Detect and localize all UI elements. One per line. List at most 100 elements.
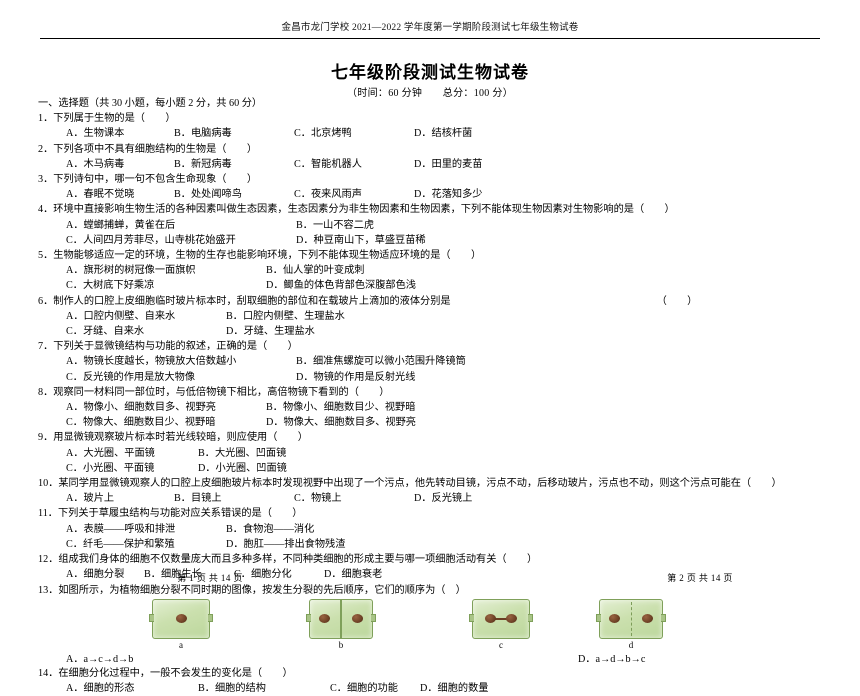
question-4-option-b[interactable]: B．一山不容二虎 (296, 218, 374, 233)
question-6-option-c[interactable]: C．牙缝、自来水 (66, 324, 226, 339)
question-8-number: 8． (38, 386, 54, 398)
footer-page-number-right: 第 2 页 共 14 页 (667, 573, 733, 583)
question-5-option-b[interactable]: B．仙人掌的叶变成刺 (266, 263, 364, 278)
cell-figure-d: d (596, 598, 666, 650)
cell-figure-c-label: c (499, 639, 503, 650)
question-7-option-b[interactable]: B．细准焦螺旋可以微小范围升降镜筒 (296, 354, 466, 369)
question-5-options-row1: A．旗形树的树冠像一面旗帜 B．仙人掌的叶变成刺 (38, 263, 838, 278)
nucleus-icon (642, 613, 653, 623)
question-11-options-row1: A．表膜——呼吸和排泄 B．食物泡——消化 (38, 522, 838, 537)
question-8-option-a[interactable]: A．物像小、细胞数目多、视野亮 (66, 400, 266, 415)
question-1-option-d[interactable]: D．结核杆菌 (414, 126, 472, 141)
question-6-option-a[interactable]: A．口腔内侧壁、自来水 (66, 309, 226, 324)
question-3-option-c[interactable]: C．夜来风雨声 (294, 187, 414, 202)
cell-notch-left-icon (306, 613, 311, 622)
question-8-stem: 观察同一材料同一部位时，与低倍物镜下相比，高倍物镜下看到的（ ） (53, 386, 390, 398)
question-6-options-row1: A．口腔内侧壁、自来水 B．口腔内侧壁、生理盐水 (38, 309, 838, 324)
nucleus-icon (609, 613, 620, 623)
question-12: 12．组成我们身体的细胞不仅数量庞大而且多种多样，不同种类细胞的形成主要与哪一项… (38, 552, 838, 567)
question-14-option-a[interactable]: A．细胞的形态 (66, 681, 198, 696)
question-9-option-c[interactable]: C．小光圈、平面镜 (66, 461, 198, 476)
question-8-options-row2: C．物像大、细胞数目少、视野暗 D．物像大、细胞数目多、视野亮 (38, 415, 838, 430)
question-5-option-c[interactable]: C．大树底下好乘凉 (66, 278, 266, 293)
question-4-stem: 环境中直接影响生物生活的各种因素叫做生态因素，生态因素分为非生物因素和生物因素，… (53, 204, 675, 216)
question-11-option-c[interactable]: C．纤毛——保护和繁殖 (66, 537, 226, 552)
footer-page-number-left: 第 1 页 共 14 页 (177, 573, 243, 583)
question-11-option-d[interactable]: D．胞肛——排出食物残渣 (226, 537, 345, 552)
question-7-option-c[interactable]: C．反光镜的作用是放大物像 (66, 370, 296, 385)
question-2-number: 2． (38, 143, 54, 155)
question-8-options-row1: A．物像小、细胞数目多、视野亮 B．物像小、细胞数目少、视野暗 (38, 400, 838, 415)
question-8-option-c[interactable]: C．物像大、细胞数目少、视野暗 (66, 415, 266, 430)
question-2-option-b[interactable]: B．新冠病毒 (174, 157, 294, 172)
question-9-option-b[interactable]: B．大光圈、凹面镜 (198, 446, 286, 461)
question-5-option-d[interactable]: D．鲫鱼的体色背部色深腹部色浅 (266, 278, 416, 293)
question-8-option-d[interactable]: D．物像大、细胞数目多、视野亮 (266, 415, 416, 430)
question-3-options: A．春眠不觉晓 B．处处闻啼鸟 C．夜来风雨声 D．花落知多少 (38, 187, 838, 202)
question-14-option-c[interactable]: C．细胞的功能 (330, 681, 420, 696)
cell-notch-left-icon (149, 613, 154, 622)
question-10-stem: 某同学用显微镜观察人的口腔上皮细胞玻片标本时发现视野中出现了一个污点，他先转动目… (58, 478, 782, 490)
question-3-option-b[interactable]: B．处处闻啼鸟 (174, 187, 294, 202)
question-13-stem: 如图所示，为植物细胞分裂不同时期的图像，按发生分裂的先后顺序，它们的顺序为（ ） (58, 584, 466, 596)
question-10-option-a[interactable]: A．玻片上 (66, 491, 174, 506)
cell-diagram-single-nucleus (149, 598, 213, 639)
question-4-option-c[interactable]: C．人间四月芳菲尽，山寺桃花始盛开 (66, 233, 296, 248)
question-7-options-row2: C．反光镜的作用是放大物像 D．物镜的作用是反射光线 (38, 370, 838, 385)
question-13: 13．如图所示，为植物细胞分裂不同时期的图像，按发生分裂的先后顺序，它们的顺序为… (38, 583, 838, 598)
question-4-option-a[interactable]: A．螳螂捕蝉，黄雀在后 (66, 218, 296, 233)
question-9-option-a[interactable]: A．大光圈、平面镜 (66, 446, 198, 461)
question-6-option-b[interactable]: B．口腔内侧壁、生理盐水 (226, 309, 345, 324)
question-14-number: 14． (38, 667, 59, 679)
question-6-stem-tail: （ ） (656, 295, 698, 307)
question-3-number: 3． (38, 174, 54, 186)
question-1-option-a[interactable]: A．生物课本 (66, 126, 174, 141)
question-3-option-a[interactable]: A．春眠不觉晓 (66, 187, 174, 202)
question-14-option-b[interactable]: B．细胞的结构 (198, 681, 330, 696)
question-1-stem: 下列属于生物的是（ ） (53, 113, 176, 125)
question-2-option-a[interactable]: A．木马病毒 (66, 157, 174, 172)
cell-figure-a-label: a (179, 639, 183, 650)
question-6-options-row2: C．牙缝、自来水 D．牙缝、生理盐水 (38, 324, 838, 339)
question-9-stem: 用显微镜观察玻片标本时若光线较暗，则应使用（ ） (53, 432, 308, 444)
question-11-number: 11． (38, 508, 58, 520)
cell-notch-left-icon (596, 613, 601, 622)
question-11-option-a[interactable]: A．表膜——呼吸和排泄 (66, 522, 226, 537)
question-5-option-a[interactable]: A．旗形树的树冠像一面旗帜 (66, 263, 266, 278)
question-13-options: A．a→c→d→b D．a→d→b→c (38, 653, 838, 666)
cell-figure-a: a (148, 598, 214, 650)
cell-notch-right-icon (528, 613, 533, 622)
question-11-option-b[interactable]: B．食物泡——消化 (226, 522, 314, 537)
question-3-option-d[interactable]: D．花落知多少 (414, 187, 482, 202)
cell-figure-b-label: b (338, 639, 344, 650)
question-1-option-b[interactable]: B．电脑病毒 (174, 126, 294, 141)
question-8-option-b[interactable]: B．物像小、细胞数目少、视野暗 (266, 400, 415, 415)
cell-notch-right-icon (371, 613, 376, 622)
question-9-options-row2: C．小光圈、平面镜 D．小光圈、凹面镜 (38, 461, 838, 476)
question-14-option-d[interactable]: D．细胞的数量 (420, 681, 488, 696)
cell-notch-right-icon (208, 613, 213, 622)
question-9: 9．用显微镜观察玻片标本时若光线较暗，则应使用（ ） (38, 430, 838, 445)
question-10-option-d[interactable]: D．反光镜上 (414, 491, 472, 506)
question-1-option-c[interactable]: C．北京烤鸭 (294, 126, 414, 141)
question-10-option-b[interactable]: B．目镜上 (174, 491, 294, 506)
question-2-option-c[interactable]: C．智能机器人 (294, 157, 414, 172)
question-9-number: 9． (38, 432, 54, 444)
question-6-option-d[interactable]: D．牙缝、生理盐水 (226, 324, 315, 339)
question-7-option-a[interactable]: A．物镜长度越长，物镜放大倍数越小 (66, 354, 296, 369)
question-7-option-d[interactable]: D．物镜的作用是反射光线 (296, 370, 415, 385)
question-7: 7．下列关于显微镜结构与功能的叙述，正确的是（ ） (38, 339, 838, 354)
question-4: 4．环境中直接影响生物生活的各种因素叫做生态因素，生态因素分为非生物因素和生物因… (38, 202, 838, 217)
question-5-stem: 生物能够适应一定的环境，生物的生存也能影响环境，下列不能体现生物适应环境的是（ … (53, 250, 482, 262)
question-5: 5．生物能够适应一定的环境，生物的生存也能影响环境，下列不能体现生物适应环境的是… (38, 248, 838, 263)
question-7-number: 7． (38, 341, 54, 353)
question-10-option-c[interactable]: C．物镜上 (294, 491, 414, 506)
question-13-option-a[interactable]: A．a→c→d→b (66, 653, 266, 666)
question-14-stem: 在细胞分化过程中，一般不会发生的变化是（ ） (58, 667, 293, 679)
question-13-option-d[interactable]: D．a→d→b→c (578, 653, 645, 666)
question-2-option-d[interactable]: D．田里的麦苗 (414, 157, 482, 172)
nucleus-icon (319, 613, 330, 623)
question-4-option-d[interactable]: D．种豆南山下，草盛豆苗稀 (296, 233, 426, 248)
question-9-option-d[interactable]: D．小光圈、凹面镜 (198, 461, 287, 476)
question-4-options-row1: A．螳螂捕蝉，黄雀在后 B．一山不容二虎 (38, 218, 838, 233)
